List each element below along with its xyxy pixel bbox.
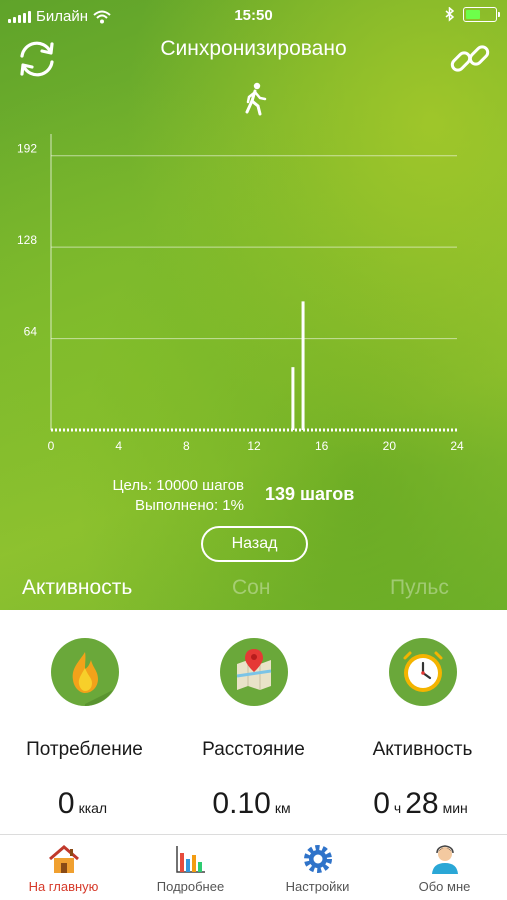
tab-label: Обо мне <box>418 879 471 894</box>
completed-text: Выполнено: 1% <box>135 497 244 514</box>
stat-label: Расстояние <box>202 739 305 760</box>
map-pin-icon <box>219 638 288 706</box>
stat-unit: ккал <box>78 800 108 816</box>
tab-label: На главную <box>28 879 99 894</box>
gear-icon <box>303 845 332 873</box>
tab-home[interactable]: На главную <box>0 835 127 894</box>
link-icon[interactable] <box>447 36 493 82</box>
stat-value: 0 ч 28 мин <box>338 787 507 821</box>
steps-chart: 64 128 192 0 4 8 12 16 20 24 <box>0 130 507 460</box>
stat-consumption[interactable]: Потребление 0 ккал <box>0 610 169 821</box>
battery-icon <box>463 7 500 22</box>
bluetooth-icon <box>445 7 455 22</box>
tab-sleep[interactable]: Сон <box>232 576 270 600</box>
fire-icon <box>50 638 119 706</box>
hero-area: Билайн 15:50 Синхронизировано 64 128 192… <box>0 0 507 610</box>
tab-about-me[interactable]: Обо мне <box>381 835 507 894</box>
y-tick-label: 64 <box>24 325 38 339</box>
stat-label: Потребление <box>26 739 143 760</box>
tab-pulse[interactable]: Пульс <box>390 576 449 600</box>
x-tick-label: 4 <box>115 439 122 453</box>
battery-level <box>466 10 480 19</box>
stat-value: 0.10 км <box>169 787 338 821</box>
stat-hours: 0 <box>373 787 390 820</box>
walking-person-icon <box>245 82 267 116</box>
home-icon <box>48 845 79 873</box>
bottom-tab-bar: На главную Подробнее Настройки Обо мне <box>0 834 507 900</box>
back-button[interactable]: Назад <box>201 526 308 562</box>
x-tick-label: 0 <box>48 439 55 453</box>
x-tick-label: 16 <box>315 439 329 453</box>
y-tick-label: 192 <box>17 142 37 156</box>
goal-block: Цель: 10000 шагов Выполнено: 1% <box>112 476 244 516</box>
status-bar: Билайн 15:50 <box>0 0 507 32</box>
tab-activity[interactable]: Активность <box>22 576 132 600</box>
status-right <box>445 7 500 22</box>
x-tick-label: 8 <box>183 439 190 453</box>
x-tick-label: 20 <box>383 439 397 453</box>
stat-activity[interactable]: Активность 0 ч 28 мин <box>338 610 507 821</box>
tab-settings[interactable]: Настройки <box>254 835 381 894</box>
stat-unit: км <box>274 800 291 816</box>
x-tick-label: 12 <box>247 439 261 453</box>
stat-unit-hours: ч <box>393 800 402 816</box>
steps-chart-svg: 64 128 192 0 4 8 12 16 20 24 <box>17 134 464 453</box>
stat-distance[interactable]: Расстояние 0.10 км <box>169 610 338 821</box>
stat-number: 0.10 <box>212 787 271 820</box>
stat-unit-minutes: мин <box>442 800 468 816</box>
stat-value: 0 ккал <box>0 787 169 821</box>
clock-icon <box>388 638 457 706</box>
tab-label: Настройки <box>285 879 350 894</box>
tab-label: Подробнее <box>156 879 225 894</box>
stats-panel: Потребление 0 ккал Расстояние 0.10 км Акти… <box>0 610 507 834</box>
user-icon <box>431 845 458 874</box>
page-title: Синхронизировано <box>160 37 347 60</box>
bar-chart-icon <box>175 846 205 873</box>
stat-label: Активность <box>372 739 473 760</box>
activity-tabs: Активность Сон Пульс <box>0 576 507 608</box>
steps-count: 139 шагов <box>265 484 355 504</box>
status-time: 15:50 <box>234 7 273 24</box>
x-tick-label: 24 <box>450 439 464 453</box>
tab-details[interactable]: Подробнее <box>127 835 254 894</box>
goal-text: Цель: 10000 шагов <box>112 477 244 494</box>
stat-number: 0 <box>57 787 75 820</box>
y-tick-label: 128 <box>17 233 37 247</box>
stat-minutes: 28 <box>405 787 439 820</box>
